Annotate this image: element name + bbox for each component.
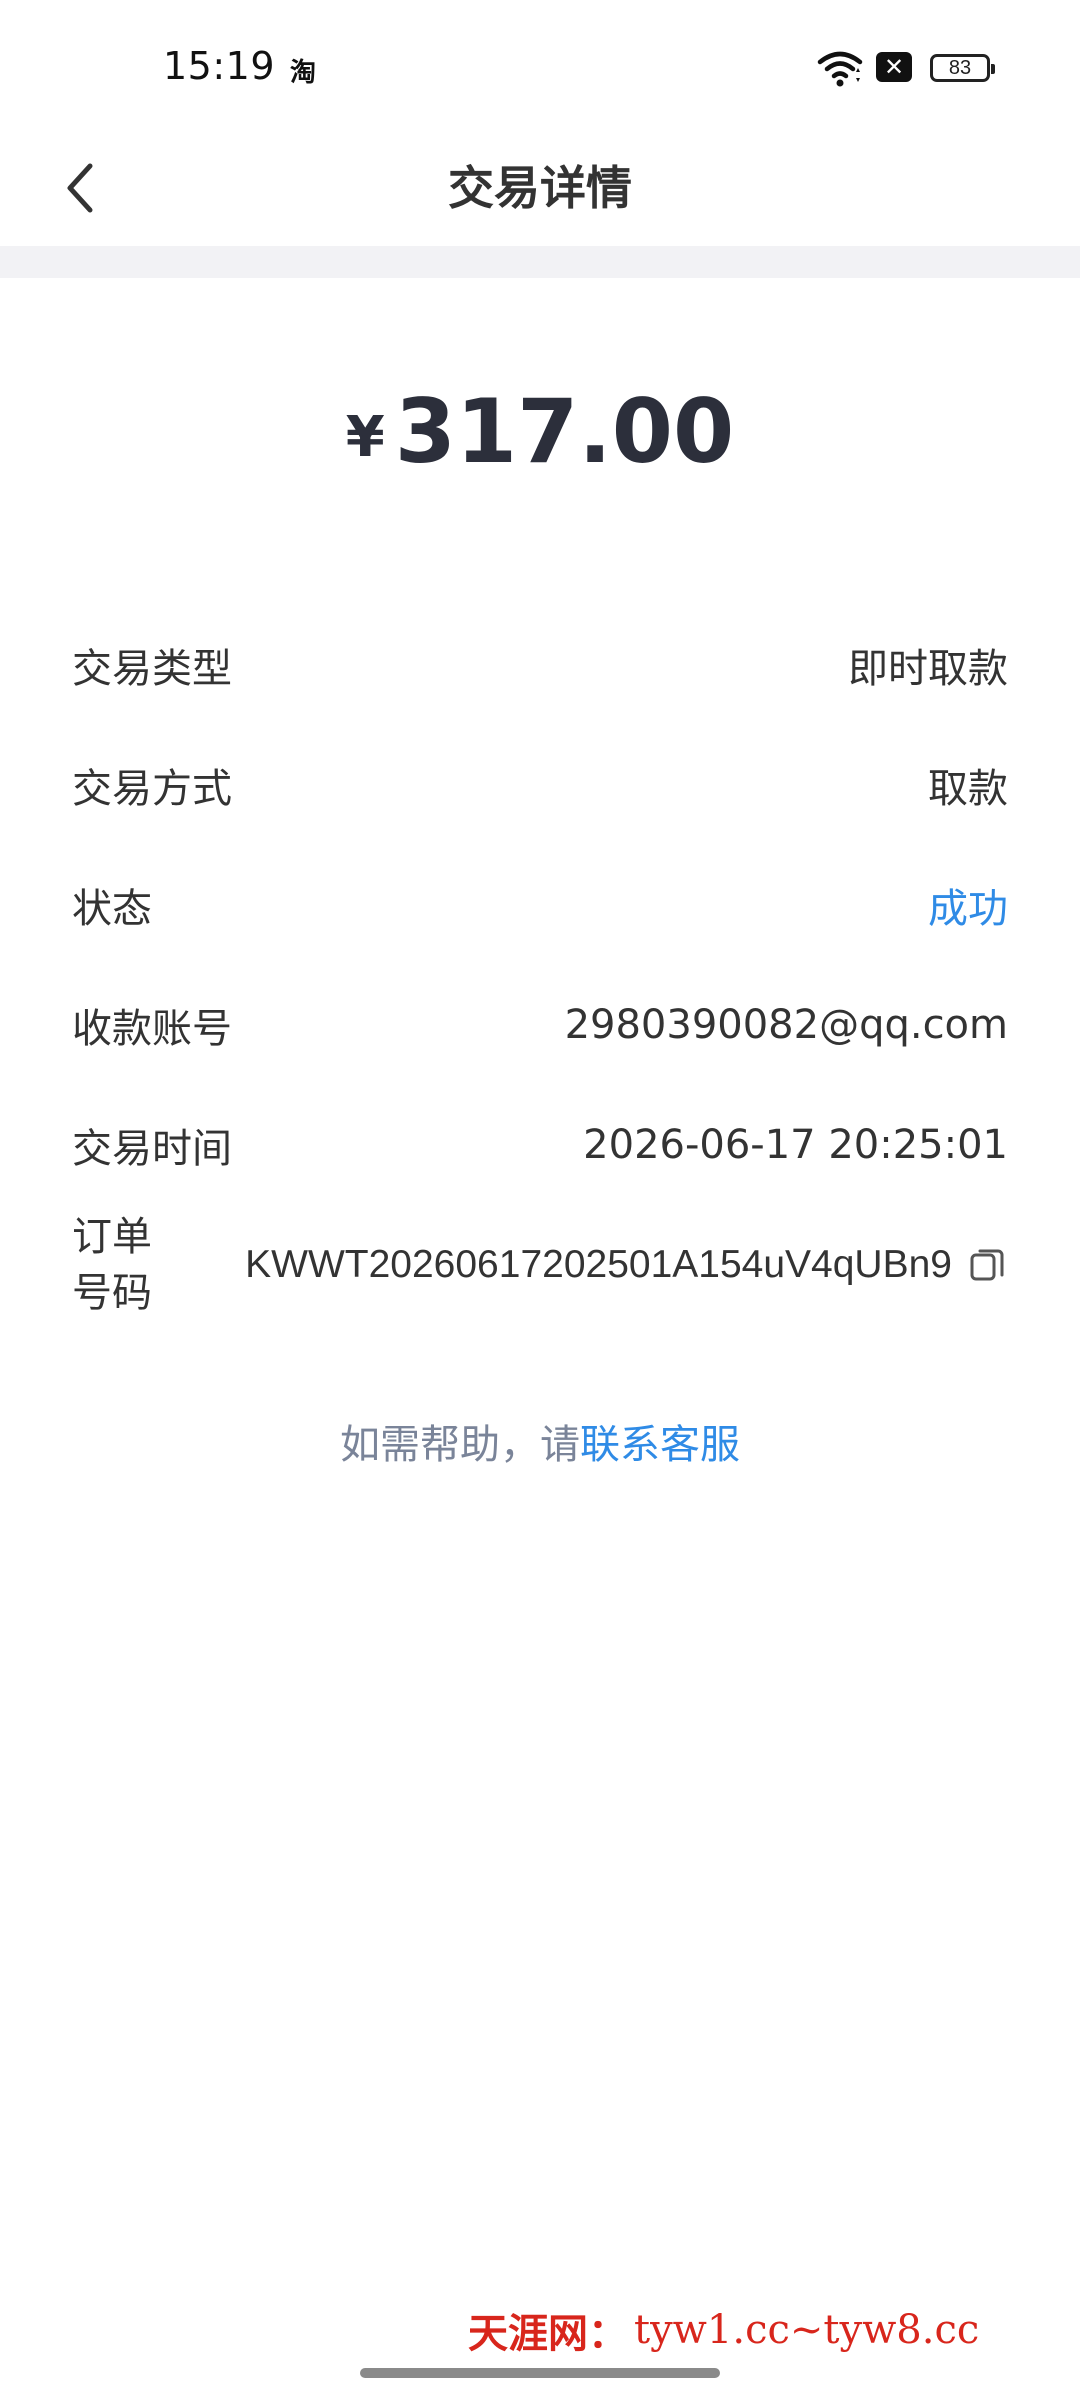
- taobao-notification-icon: 淘: [290, 58, 317, 88]
- detail-row-order: 订单号码 KWWT20260617202501A154uV4qUBn9: [72, 1205, 1008, 1325]
- detail-value: 2980390082@qq.com: [564, 1002, 1008, 1048]
- wifi-icon: [817, 51, 863, 87]
- battery-icon: 83: [930, 54, 995, 82]
- watermark: 天涯网： tyw1.cc~tyw8.cc: [468, 2300, 979, 2360]
- amount-value: 317.00: [394, 380, 735, 483]
- close-badge-icon: ✕: [876, 52, 912, 82]
- page-title: 交易详情: [448, 161, 632, 215]
- help-text: 如需帮助，请联系客服: [0, 1412, 1080, 1470]
- detail-label: 交易类型: [72, 646, 232, 692]
- copy-icon[interactable]: [968, 1245, 1008, 1285]
- watermark-brand: 天涯网：: [468, 2310, 628, 2357]
- watermark-url: tyw1.cc~tyw8.cc: [634, 2307, 980, 2353]
- detail-label: 订单号码: [72, 1214, 152, 1316]
- transaction-detail-page: 15:19 淘 ✕ 83 交易详情 ¥317.00 交易类型 即时取款 交易方式…: [0, 0, 1080, 2400]
- detail-value: 2026-06-17 20:25:01: [583, 1122, 1008, 1168]
- contact-support-link[interactable]: 联系客服: [580, 1422, 740, 1468]
- detail-label: 收款账号: [72, 1006, 232, 1052]
- order-number: KWWT20260617202501A154uV4qUBn9: [245, 1243, 952, 1286]
- detail-row-method: 交易方式 取款: [72, 745, 1008, 825]
- section-divider: [0, 246, 1080, 278]
- detail-row-time: 交易时间 2026-06-17 20:25:01: [72, 1105, 1008, 1185]
- detail-label: 交易方式: [72, 766, 232, 812]
- battery-level: 83: [948, 56, 972, 79]
- detail-row-type: 交易类型 即时取款: [72, 625, 1008, 705]
- detail-label: 状态: [72, 886, 152, 932]
- status-badge: 成功: [928, 886, 1008, 932]
- nav-bar: 交易详情: [0, 130, 1080, 246]
- detail-row-account: 收款账号 2980390082@qq.com: [72, 985, 1008, 1065]
- help-prefix: 如需帮助，请: [340, 1422, 580, 1468]
- detail-label: 交易时间: [72, 1126, 232, 1172]
- order-number-wrap: KWWT20260617202501A154uV4qUBn9: [245, 1243, 1008, 1287]
- home-indicator[interactable]: [360, 2368, 720, 2378]
- detail-row-status: 状态 成功: [72, 865, 1008, 945]
- detail-value: 取款: [928, 766, 1008, 812]
- currency-symbol: ¥: [345, 405, 385, 470]
- status-bar: 15:19 淘 ✕ 83: [0, 0, 1080, 130]
- amount-display: ¥317.00: [0, 380, 1080, 483]
- detail-value: 即时取款: [848, 646, 1008, 692]
- status-time: 15:19: [163, 44, 276, 88]
